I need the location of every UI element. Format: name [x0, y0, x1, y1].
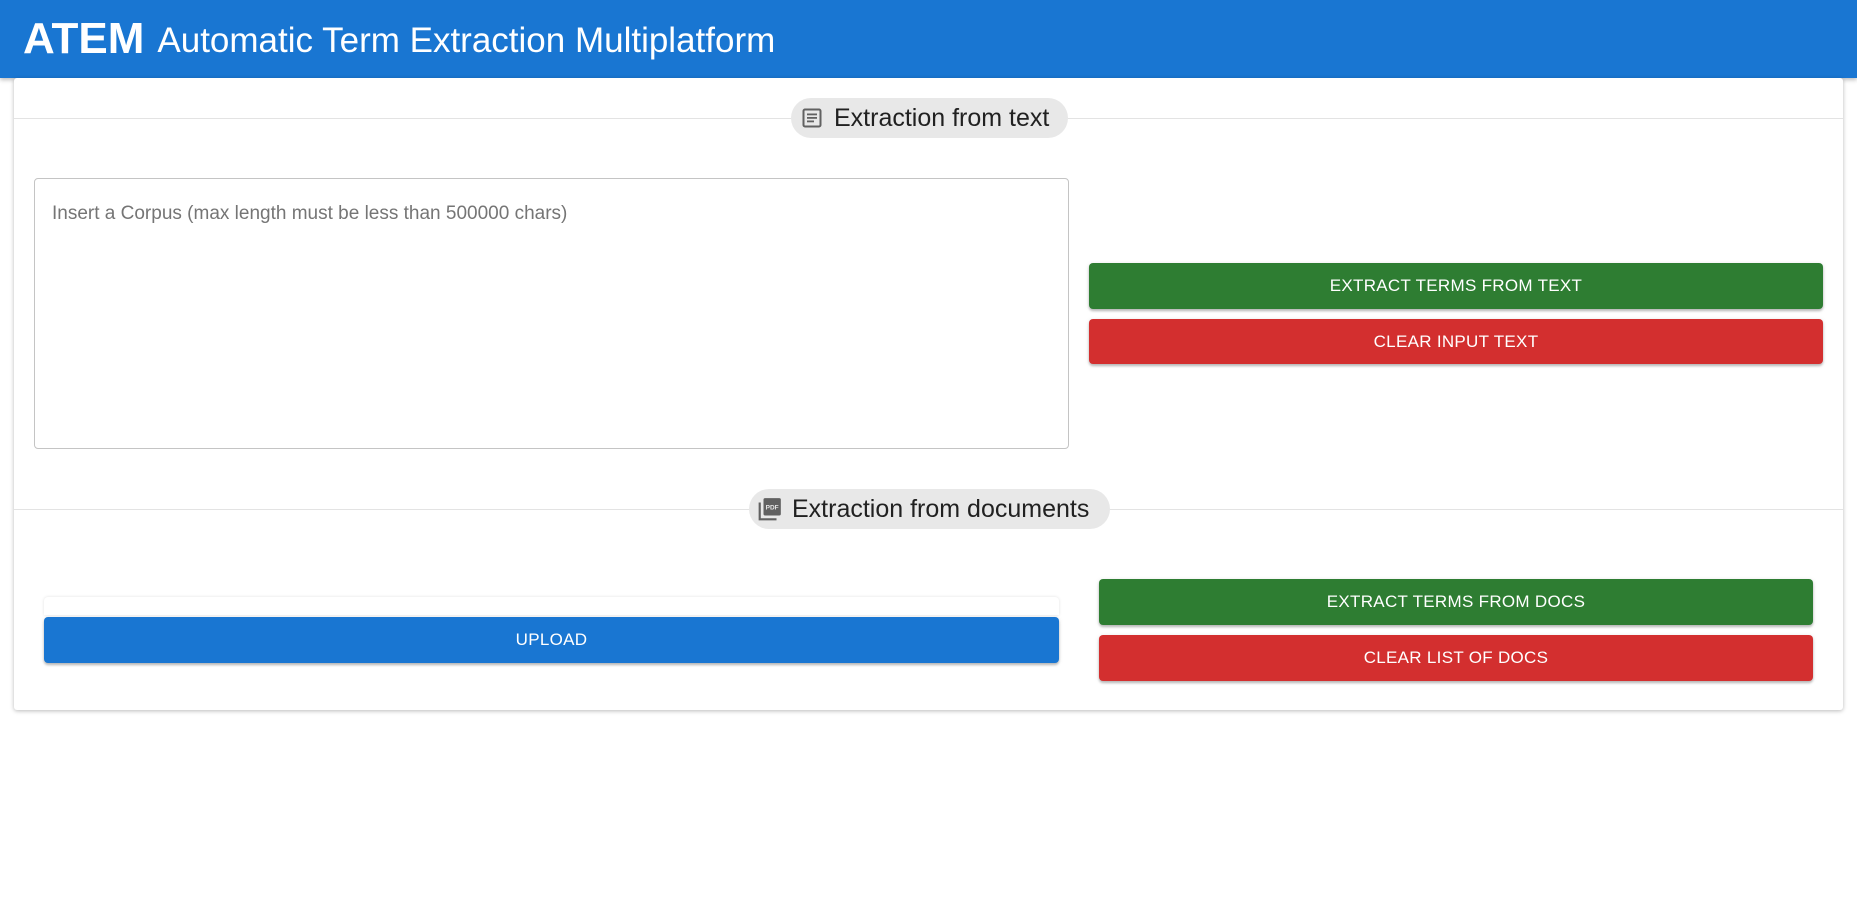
extract-text-button[interactable]: EXTRACT TERMS FROM TEXT [1089, 263, 1823, 309]
file-list-area [44, 597, 1059, 615]
clear-text-button[interactable]: CLEAR INPUT TEXT [1089, 319, 1823, 364]
extract-docs-button[interactable]: EXTRACT TERMS FROM DOCS [1099, 579, 1813, 625]
main-card: Extraction from text EXTRACT TERMS FROM … [14, 78, 1843, 710]
svg-text:PDF: PDF [766, 505, 779, 512]
brand-title: ATEM [23, 14, 145, 63]
app-subtitle: Automatic Term Extraction Multiplatform [157, 21, 776, 60]
app-bar: ATEM Automatic Term Extraction Multiplat… [0, 0, 1857, 78]
section-chip-docs: PDF Extraction from documents [749, 489, 1110, 529]
section-chip-text: Extraction from text [791, 98, 1068, 138]
section-title-text: Extraction from text [834, 103, 1050, 132]
clear-docs-button[interactable]: CLEAR LIST OF DOCS [1099, 635, 1813, 681]
upload-button[interactable]: UPLOAD [44, 617, 1059, 663]
corpus-input[interactable] [34, 178, 1069, 449]
section-title-docs: Extraction from documents [792, 494, 1090, 523]
pdf-icon: PDF [757, 496, 783, 522]
article-icon [799, 105, 825, 131]
